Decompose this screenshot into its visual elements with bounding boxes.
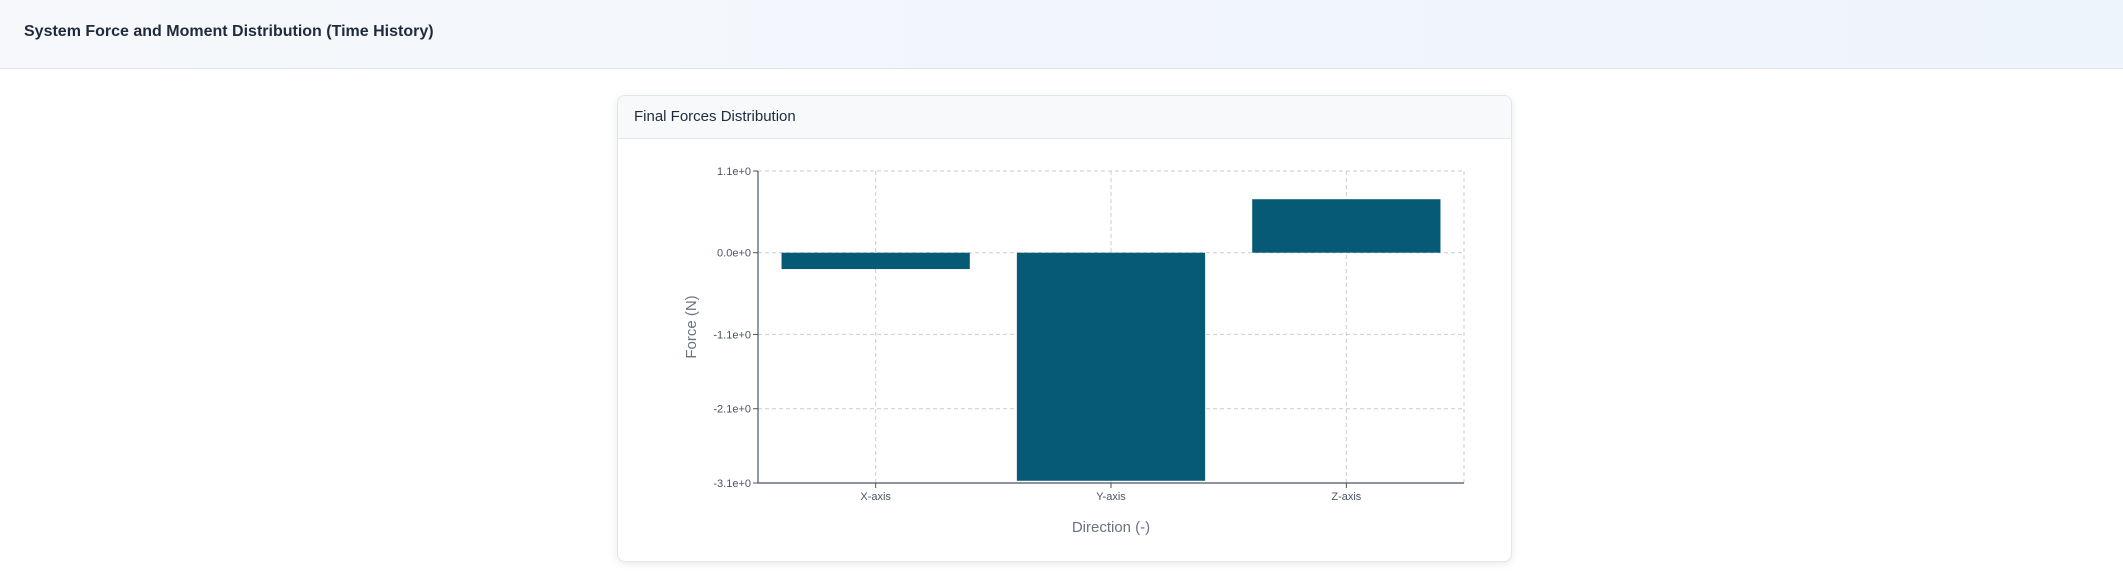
page-title: System Force and Moment Distribution (Ti…	[24, 23, 434, 40]
x-tick-label: Z-axis	[1331, 491, 1361, 503]
y-tick-label: -3.1e+0	[713, 478, 751, 490]
page-header: System Force and Moment Distribution (Ti…	[0, 0, 2123, 69]
y-tick-label: 0.0e+0	[717, 248, 751, 260]
force-bar-chart: 1.1e+0 0.0e+0 -1.1e+0 -2.1e+0 -3.1e+0 X-axis Y…	[683, 166, 1465, 536]
bar-z-axis	[1252, 199, 1441, 253]
x-tick-label: Y-axis	[1096, 491, 1126, 503]
y-tick-label: 1.1e+0	[717, 166, 751, 178]
bar-y-axis	[1016, 252, 1206, 481]
chart-card: Final Forces Distribution 1.1e+0 0.0e+0 -1…	[617, 95, 1512, 562]
bar-x-axis	[781, 252, 970, 270]
x-tick-label: X-axis	[860, 491, 891, 503]
y-tick-label: -2.1e+0	[713, 404, 751, 416]
y-axis-title: Force (N)	[683, 295, 700, 358]
y-tick-label: -1.1e+0	[713, 329, 751, 341]
x-axis-title: Direction (-)	[1072, 519, 1150, 536]
